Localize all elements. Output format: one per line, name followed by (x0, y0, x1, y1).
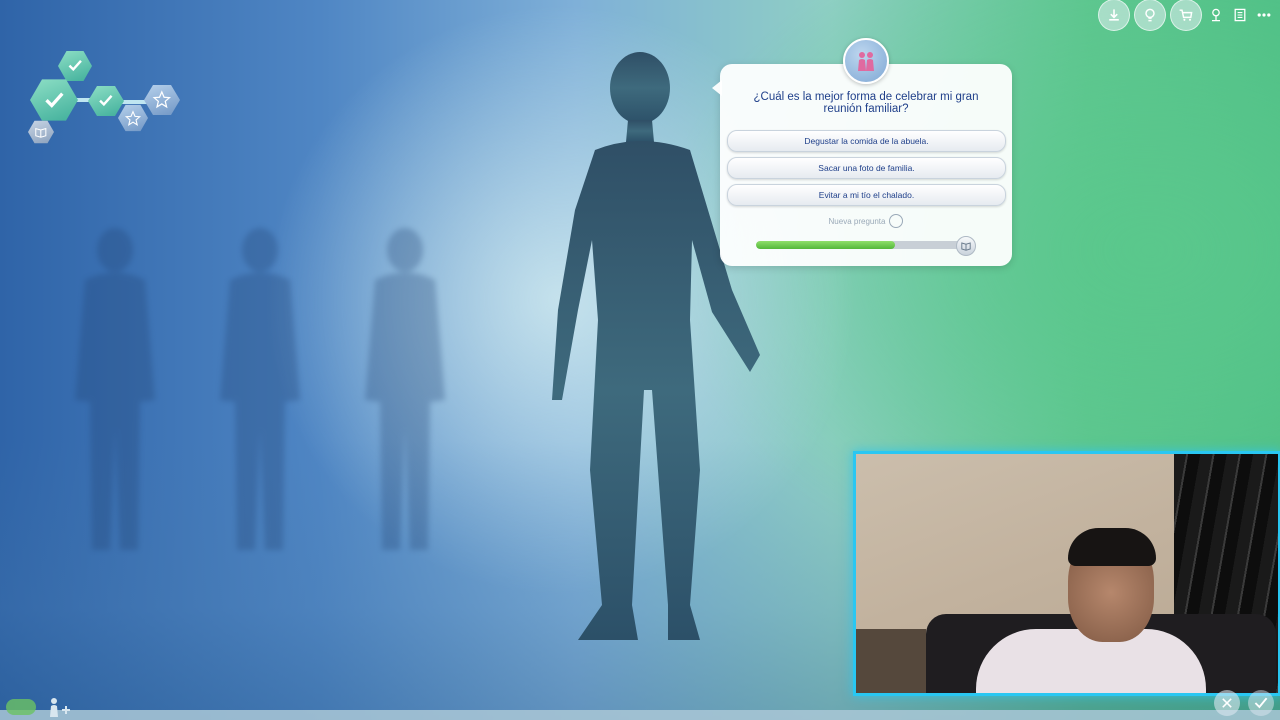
cart-icon[interactable] (1170, 0, 1202, 31)
new-question-label: Nueva pregunta (828, 216, 886, 226)
webcam-overlay (853, 451, 1280, 696)
answer-option-2[interactable]: Sacar una foto de familia. (727, 157, 1006, 179)
step-complete-hex[interactable] (88, 85, 124, 117)
aspiration-question-panel: ¿Cuál es la mejor forma de celebrar mi g… (712, 64, 1012, 266)
list-icon[interactable] (1230, 5, 1250, 25)
gallery-book-hex[interactable] (28, 120, 54, 144)
cas-progress-map (28, 48, 188, 148)
accept-icon[interactable] (1248, 690, 1274, 716)
close-icon[interactable] (1214, 690, 1240, 716)
question-progress-bar (756, 241, 966, 249)
ghost-sim-silhouette (365, 228, 445, 550)
star-icon (152, 90, 172, 109)
gallery-icon[interactable] (1206, 5, 1226, 25)
book-icon (35, 127, 47, 138)
check-icon (99, 95, 113, 107)
lightbulb-icon[interactable] (1134, 0, 1166, 31)
add-sim-icon[interactable] (46, 696, 72, 718)
family-icon (843, 38, 889, 84)
refresh-icon (889, 214, 904, 228)
step-complete-hex[interactable] (30, 79, 78, 121)
bottom-left-controls (6, 696, 72, 718)
new-question-button[interactable]: Nueva pregunta (720, 214, 1012, 228)
answer-option-3[interactable]: Evitar a mi tío el chalado. (727, 184, 1006, 206)
step-pending-hex[interactable] (144, 84, 180, 116)
ghost-sim-silhouette (75, 228, 155, 550)
step-complete-hex[interactable] (58, 50, 92, 82)
check-icon (68, 60, 82, 72)
top-toolbar (1098, 0, 1274, 31)
question-progress-fill (756, 241, 895, 249)
star-icon (124, 109, 142, 126)
check-icon (44, 92, 64, 108)
answer-option-1[interactable]: Degustar la comida de la abuela. (727, 130, 1006, 152)
progress-book-icon (956, 236, 976, 256)
question-text: ¿Cuál es la mejor forma de celebrar mi g… (753, 91, 979, 115)
ghost-sim-silhouette (220, 228, 300, 550)
webcam-shelf (856, 629, 926, 693)
more-icon[interactable] (1254, 5, 1274, 25)
household-indicator[interactable] (6, 699, 36, 715)
step-pending-hex[interactable] (118, 104, 148, 132)
download-icon[interactable] (1098, 0, 1130, 31)
bottom-right-controls (1214, 690, 1274, 716)
bottom-bar (0, 710, 1280, 720)
webcam-person-hair (1068, 528, 1156, 566)
